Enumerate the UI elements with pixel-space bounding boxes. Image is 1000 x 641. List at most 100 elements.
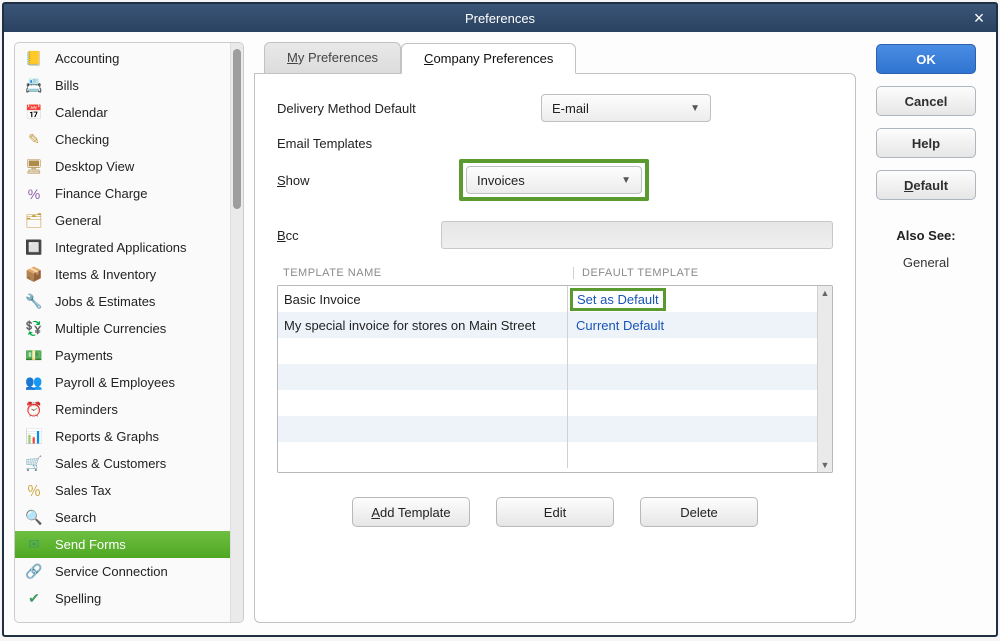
sidebar-icon: 📒 [23,50,45,68]
tab-company-preferences[interactable]: Company Preferences [401,43,576,74]
sidebar-item-finance-charge[interactable]: %Finance Charge [15,180,230,207]
show-select[interactable]: Invoices ▼ [466,166,642,194]
sidebar-icon: ⏰ [23,401,45,419]
sidebar-item-spelling[interactable]: ✔Spelling [15,585,230,612]
table-row [278,416,817,442]
sidebar-item-label: Search [55,510,96,525]
sidebar-icon: 🔲 [23,239,45,257]
sidebar-item-label: Items & Inventory [55,267,156,282]
sidebar-item-accounting[interactable]: 📒 Accounting [15,45,230,72]
sidebar-item-label: Calendar [55,105,108,120]
sidebar-item-multiple-currencies[interactable]: 💱 Multiple Currencies [15,315,230,342]
delivery-method-label: Delivery Method Default [277,101,437,116]
default-template-cell [568,338,817,364]
sidebar-icon: % [23,185,45,203]
help-button[interactable]: Help [876,128,976,158]
sidebar-scrollbar[interactable] [230,43,243,622]
sidebar-icon: 👥 [23,374,45,392]
sidebar-item-label: Reports & Graphs [55,429,159,444]
chevron-down-icon: ▼ [690,103,700,114]
sidebar-icon: ％ [23,482,45,500]
set-as-default-link[interactable]: Set as Default [570,288,666,311]
also-see-header: Also See: [896,228,955,243]
sidebar-item-label: Jobs & Estimates [55,294,155,309]
sidebar-icon: 📅 [23,104,45,122]
sidebar-item-sales-customers[interactable]: 🛒Sales & Customers [15,450,230,477]
default-template-cell [568,416,817,442]
sidebar-item-label: Sales Tax [55,483,111,498]
cancel-button[interactable]: Cancel [876,86,976,116]
sidebar-item-checking[interactable]: ✎ Checking [15,126,230,153]
sidebar-item-search[interactable]: 🔍 Search [15,504,230,531]
scroll-up-icon[interactable]: ▲ [818,286,832,300]
sidebar-item-label: Bills [55,78,79,93]
sidebar-item-label: Desktop View [55,159,134,174]
sidebar-item-service-connection[interactable]: 🔗 Service Connection [15,558,230,585]
sidebar-item-label: Accounting [55,51,119,66]
sidebar-item-label: Multiple Currencies [55,321,166,336]
delivery-method-select[interactable]: E-mail ▼ [541,94,711,122]
also-see-section: Also See: General [896,228,955,270]
sidebar-item-reminders[interactable]: ⏰Reminders [15,396,230,423]
sidebar-item-bills[interactable]: 📇 Bills [15,72,230,99]
sidebar-item-jobs-estimates[interactable]: 🔧Jobs & Estimates [15,288,230,315]
template-name-cell [278,442,568,468]
table-row [278,338,817,364]
sidebar-item-payroll-employees[interactable]: 👥 Payroll & Employees [15,369,230,396]
add-template-button[interactable]: Add Template [352,497,470,527]
sidebar-icon: 🔗 [23,563,45,581]
sidebar-item-integrated-applications[interactable]: 🔲Integrated Applications [15,234,230,261]
show-value: Invoices [477,173,525,188]
edit-button[interactable]: Edit [496,497,614,527]
sidebar-icon: 🔍 [23,509,45,527]
email-templates-label: Email Templates [277,136,437,151]
sidebar-item-label: Payroll & Employees [55,375,175,390]
sidebar-icon: 📦 [23,266,45,284]
template-name-cell [278,390,568,416]
template-name-cell [278,416,568,442]
sidebar-item-label: Checking [55,132,109,147]
default-button[interactable]: Default [876,170,976,200]
tabs: My Preferences Company Preferences [264,42,856,73]
sidebar-icon: 🛒 [23,455,45,473]
show-label: Show [277,173,437,188]
window-title: Preferences [465,11,535,26]
scrollbar-thumb[interactable] [233,49,241,209]
sidebar-item-send-forms[interactable]: ✉Send Forms [15,531,230,558]
default-template-cell[interactable]: Set as Default [568,286,817,312]
also-see-link[interactable]: General [896,255,955,270]
table-row[interactable]: Basic InvoiceSet as Default [278,286,817,312]
table-row[interactable]: My special invoice for stores on Main St… [278,312,817,338]
show-select-highlight: Invoices ▼ [459,159,649,201]
tab-body: Delivery Method Default E-mail ▼ Email T… [254,73,856,623]
default-template-cell [568,390,817,416]
sidebar-item-reports-graphs[interactable]: 📊Reports & Graphs [15,423,230,450]
default-template-cell[interactable]: Current Default [568,312,817,338]
table-scrollbar[interactable]: ▲ ▼ [817,286,832,472]
main-panel: My Preferences Company Preferences Deliv… [254,42,856,623]
template-name-cell [278,338,568,364]
preferences-window: Preferences × 📒 Accounting 📇 Bills 📅 Calendar… [2,2,998,637]
titlebar: Preferences × [4,4,996,32]
sidebar-icon: 📇 [23,77,45,95]
delete-button[interactable]: Delete [640,497,758,527]
ok-button[interactable]: OK [876,44,976,74]
sidebar-item-calendar[interactable]: 📅 Calendar [15,99,230,126]
sidebar-icon: 🗂 [23,212,45,230]
sidebar-item-label: Service Connection [55,564,168,579]
scroll-down-icon[interactable]: ▼ [818,458,832,472]
table-row [278,390,817,416]
sidebar-item-label: General [55,213,101,228]
sidebar: 📒 Accounting 📇 Bills 📅 Calendar ✎ Checking 🖥Desk… [14,42,244,623]
sidebar-icon: ✎ [23,131,45,149]
sidebar-item-payments[interactable]: 💵Payments [15,342,230,369]
tab-my-preferences[interactable]: My Preferences [264,42,401,73]
close-icon[interactable]: × [970,9,988,27]
sidebar-item-sales-tax[interactable]: ％ Sales Tax [15,477,230,504]
bcc-input[interactable] [441,221,833,249]
sidebar-icon: 💱 [23,320,45,338]
default-template-cell [568,364,817,390]
sidebar-item-desktop-view[interactable]: 🖥Desktop View [15,153,230,180]
sidebar-item-items-inventory[interactable]: 📦 Items & Inventory [15,261,230,288]
sidebar-item-general[interactable]: 🗂 General [15,207,230,234]
